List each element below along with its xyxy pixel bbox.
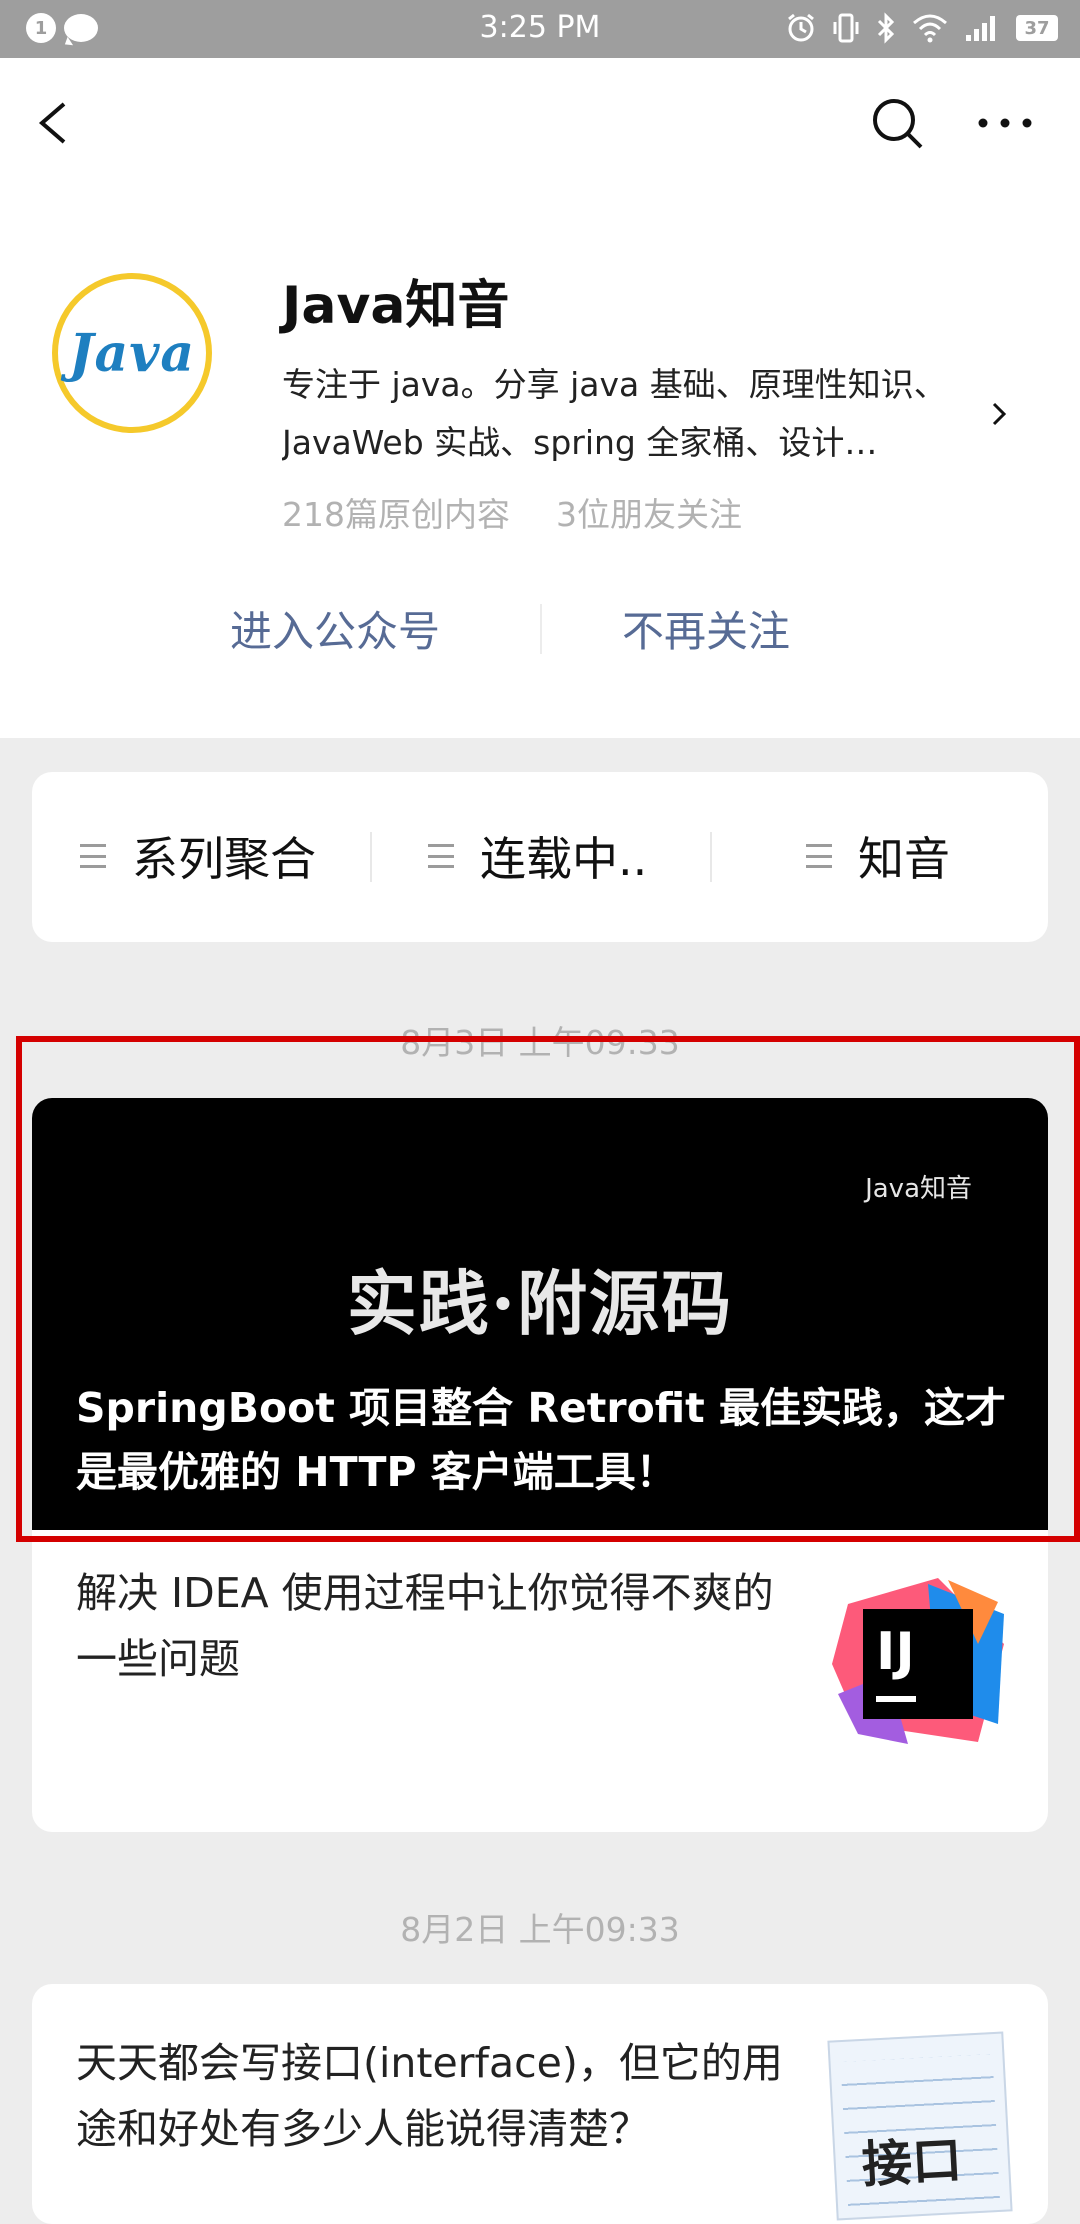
account-header: Java Java知音 专注于 java。分享 java 基础、原理性知识、 J… [0, 58, 1080, 738]
original-count: 218篇原创内容 [282, 495, 510, 534]
article-thumbnail: 接口 [827, 2031, 1013, 2221]
featured-article-title: SpringBoot 项目整合 Retrofit 最佳实践，这才是最优雅的 HT… [76, 1384, 1007, 1496]
menu-item-label: 系列聚合 [132, 832, 316, 886]
signal-icon [966, 16, 995, 41]
search-icon[interactable] [870, 96, 924, 150]
bluetooth-icon [877, 12, 895, 44]
action-divider [540, 604, 542, 654]
intellij-idea-icon: IJ [832, 1578, 1004, 1744]
account-avatar: Java [52, 273, 212, 433]
menu-item-serializing[interactable]: 连载中.. [428, 826, 647, 886]
menu-item-label: 连载中.. [480, 832, 648, 886]
cover-headline: 实践·附源码 [346, 1262, 734, 1345]
account-description[interactable]: 专注于 java。分享 java 基础、原理性知识、 JavaWeb 实战、sp… [282, 356, 982, 472]
more-options-icon[interactable] [975, 103, 1035, 143]
menu-divider [710, 832, 712, 882]
menu-item-zhiyin[interactable]: 知音 [806, 826, 950, 886]
menu-item-series[interactable]: 系列聚合 [80, 826, 316, 886]
menu-item-label: 知音 [858, 832, 950, 886]
feed-date: 8月2日 上午09:33 [400, 1910, 680, 1949]
vibrate-icon [833, 13, 859, 43]
status-bar: 1 3:25 PM 37 [0, 0, 1080, 58]
menu-divider [370, 832, 372, 882]
friends-following: 3位朋友关注 [556, 495, 742, 534]
chevron-right-icon[interactable] [988, 394, 1012, 434]
alarm-icon [788, 13, 814, 42]
menu-list-icon [806, 844, 832, 868]
account-menu: 系列聚合 连载中.. 知音 [32, 772, 1048, 942]
top-nav-bar [0, 58, 1080, 188]
description-line-2: JavaWeb 实战、spring 全家桶、设计… [282, 423, 878, 462]
cover-brand: Java知音 [865, 1174, 972, 1204]
account-actions: 进入公众号 不再关注 [0, 598, 1080, 688]
wifi-icon [913, 14, 947, 43]
article-title: 天天都会写接口(interface)，但它的用途和好处有多少人能说得清楚？ [76, 2039, 783, 2153]
thumbnail-label: 接口 [860, 2129, 964, 2195]
status-indicators: 37 [786, 12, 1058, 44]
article-card: Java知音 实践·附源码 SpringBoot 项目整合 Retrofit 最… [32, 1098, 1048, 1832]
battery-icon: 37 [1016, 15, 1058, 41]
enter-account-button[interactable]: 进入公众号 [230, 598, 440, 659]
list-item[interactable]: 解决 IDEA 使用过程中让你觉得不爽的一些问题 IJ [32, 1530, 1048, 1832]
article-title: 解决 IDEA 使用过程中让你觉得不爽的一些问题 [76, 1569, 774, 1683]
ij-logo-text: IJ [876, 1622, 915, 1682]
description-line-1: 专注于 java。分享 java 基础、原理性知识、 [282, 365, 947, 404]
featured-article-cover[interactable]: Java知音 实践·附源码 SpringBoot 项目整合 Retrofit 最… [32, 1098, 1048, 1530]
unfollow-button[interactable]: 不再关注 [622, 598, 790, 659]
menu-list-icon [428, 844, 454, 868]
article-card[interactable]: 天天都会写接口(interface)，但它的用途和好处有多少人能说得清楚？ 接口 [32, 1984, 1048, 2224]
account-stats: 218篇原创内容 3位朋友关注 [282, 488, 742, 536]
feed-date: 8月3日 上午09:33 [400, 1023, 680, 1062]
account-name: Java知音 [282, 276, 510, 336]
avatar-logo-text: Java [68, 322, 196, 384]
menu-list-icon [80, 844, 106, 868]
back-arrow-icon[interactable] [30, 98, 80, 148]
